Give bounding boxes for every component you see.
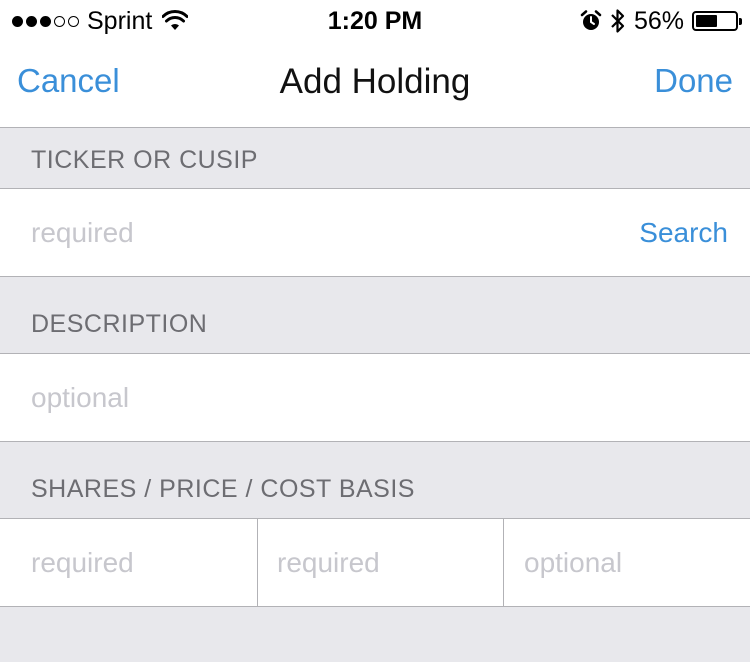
column-divider <box>503 519 504 606</box>
description-input[interactable] <box>31 354 721 441</box>
price-input[interactable] <box>277 519 492 606</box>
cost-basis-input[interactable] <box>524 519 739 606</box>
position-row <box>0 518 750 607</box>
battery-percent: 56% <box>633 6 684 35</box>
page-title: Add Holding <box>279 62 471 101</box>
description-section-label: DESCRIPTION <box>31 310 208 338</box>
ticker-input[interactable] <box>31 189 611 276</box>
ticker-section-label: TICKER OR CUSIP <box>31 146 258 174</box>
done-button[interactable]: Done <box>654 62 733 100</box>
navigation-bar: Cancel Add Holding Done <box>0 40 750 128</box>
position-section-label: SHARES / PRICE / COST BASIS <box>31 475 415 503</box>
status-right-group: 56% <box>580 6 742 36</box>
shares-input[interactable] <box>31 519 246 606</box>
column-divider <box>257 519 258 606</box>
search-button[interactable]: Search <box>639 189 728 276</box>
alarm-clock-icon <box>580 10 602 30</box>
battery-icon <box>692 11 742 31</box>
bluetooth-icon <box>611 9 625 33</box>
description-section-header: DESCRIPTION <box>0 277 750 353</box>
description-row <box>0 353 750 442</box>
battery-fill <box>696 15 718 27</box>
position-section-header: SHARES / PRICE / COST BASIS <box>0 442 750 518</box>
status-bar: Sprint 1:20 PM 56% <box>0 0 750 40</box>
ticker-section-header: TICKER OR CUSIP <box>0 129 750 188</box>
ticker-row: Search <box>0 188 750 277</box>
